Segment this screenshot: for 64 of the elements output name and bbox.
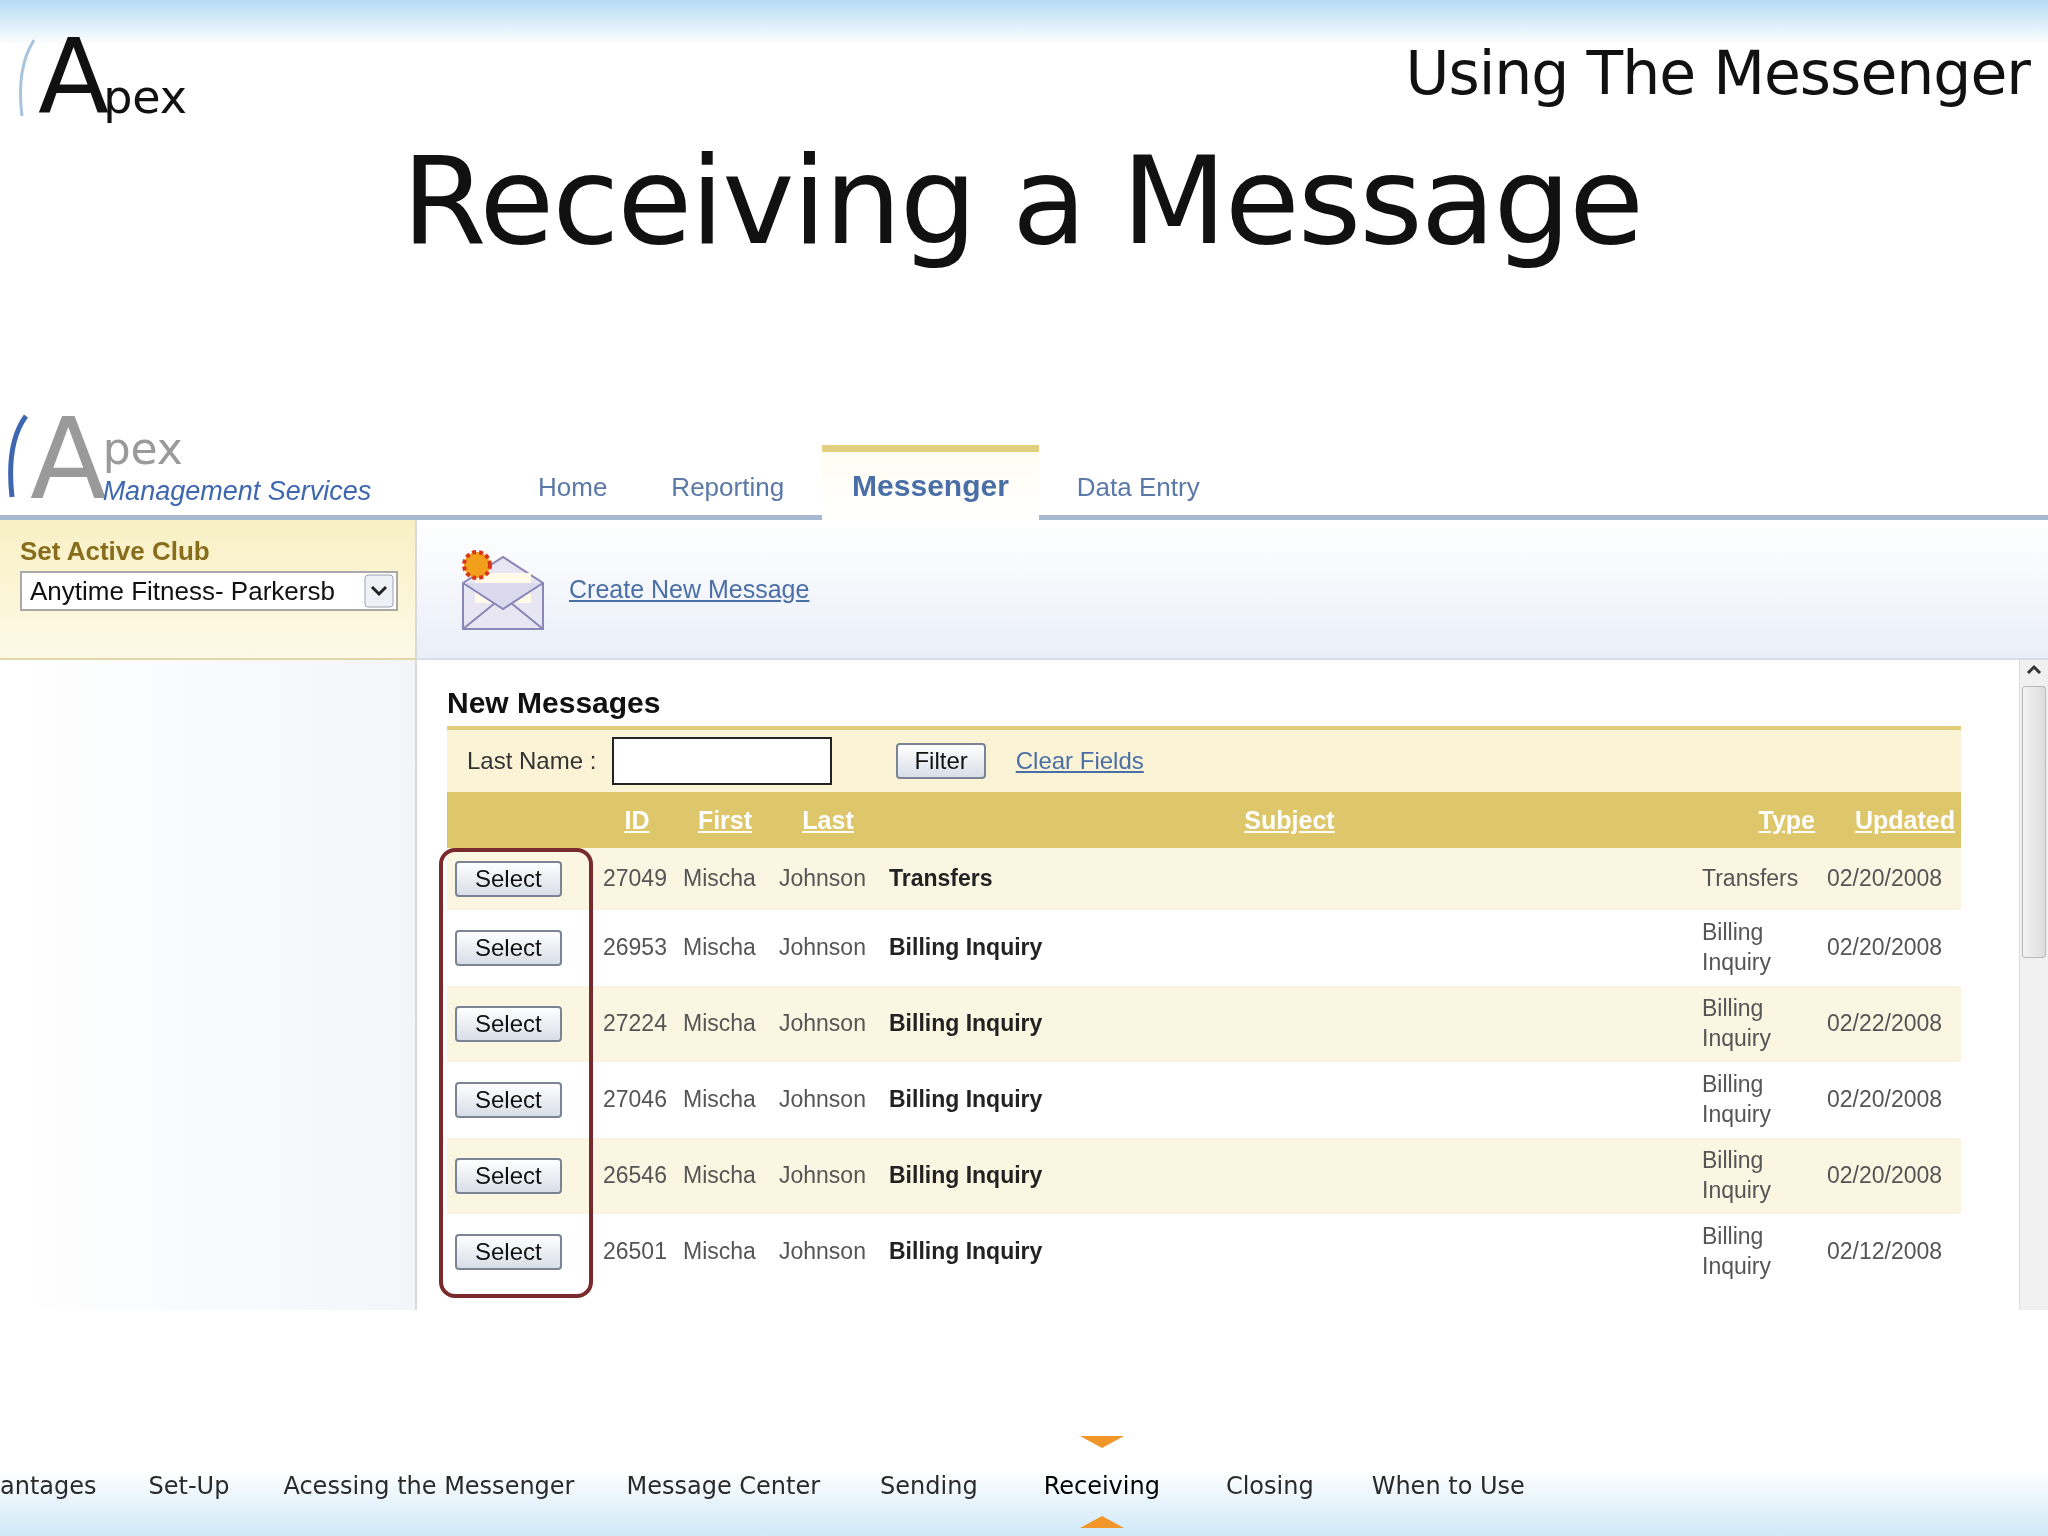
scrollbar-thumb[interactable] <box>2022 686 2046 958</box>
table-cell: 02/20/2008 <box>1821 910 1961 986</box>
table-cell: Transfers <box>883 848 1696 910</box>
table-cell: Johnson <box>773 910 883 986</box>
section-title: New Messages <box>447 686 662 720</box>
scrollbar[interactable] <box>2019 660 2048 1310</box>
table-cell: 02/20/2008 <box>1821 1062 1961 1138</box>
table-cell: 02/20/2008 <box>1821 848 1961 910</box>
table-cell: Billing Inquiry <box>883 1138 1696 1214</box>
table-cell: Mischa <box>677 986 773 1062</box>
slide-title: Receiving a Message <box>400 130 1644 272</box>
dropdown-caret-icon <box>364 574 394 608</box>
table-cell: 27049 <box>597 848 677 910</box>
section-nav-item[interactable]: Acessing the Messenger <box>283 1472 575 1500</box>
section-nav-item[interactable]: Message Center <box>626 1472 821 1500</box>
select-button[interactable]: Select <box>455 1006 562 1042</box>
clear-fields-link[interactable]: Clear Fields <box>1015 747 1144 775</box>
nav-tab[interactable]: Data Entry <box>1050 459 1226 515</box>
table-cell: Mischa <box>677 848 773 910</box>
create-message-link[interactable]: Create New Message <box>569 574 810 604</box>
nav-tab[interactable]: Messenger <box>822 445 1039 520</box>
table-cell: 26546 <box>597 1138 677 1214</box>
last-name-field[interactable] <box>612 737 833 785</box>
select-button[interactable]: Select <box>455 861 562 897</box>
club-select[interactable]: Anytime Fitness- Parkersb <box>20 571 398 611</box>
table-cell: 27224 <box>597 986 677 1062</box>
logo-text: pex <box>102 423 184 474</box>
table-cell: 02/22/2008 <box>1821 986 1961 1062</box>
select-button[interactable]: Select <box>455 1082 562 1118</box>
select-button[interactable]: Select <box>455 1158 562 1194</box>
section-nav-item[interactable]: antages <box>0 1472 97 1500</box>
table-cell: Billing Inquiry <box>1696 1062 1821 1138</box>
chevron-down-icon <box>1079 1436 1124 1448</box>
slide-header: Using The Messenger <box>1405 38 2030 108</box>
club-label: Set Active Club <box>20 536 211 567</box>
table-cell: Johnson <box>773 986 883 1062</box>
table-cell: Johnson <box>773 1062 883 1138</box>
section-nav-item[interactable]: Receiving <box>1043 1472 1160 1500</box>
table-cell: Billing Inquiry <box>1696 910 1821 986</box>
table-cell: Mischa <box>677 1138 773 1214</box>
table-cell: Billing Inquiry <box>883 910 1696 986</box>
section-nav-item[interactable]: When to Use <box>1371 1472 1525 1500</box>
table-cell: 02/20/2008 <box>1821 1138 1961 1214</box>
table-cell: 26953 <box>597 910 677 986</box>
table-cell: Billing Inquiry <box>1696 986 1821 1062</box>
table-cell: Johnson <box>773 1138 883 1214</box>
table-cell: Billing Inquiry <box>883 986 1696 1062</box>
section-nav-item[interactable]: Set-Up <box>148 1472 230 1500</box>
table-cell: Mischa <box>677 910 773 986</box>
section-nav-item[interactable]: Sending <box>880 1472 978 1500</box>
filter-button[interactable]: Filter <box>896 743 986 779</box>
table-cell: Transfers <box>1696 848 1821 910</box>
nav-tab[interactable]: Reporting <box>645 459 811 515</box>
table-cell: Johnson <box>773 848 883 910</box>
table-cell: 27046 <box>597 1062 677 1138</box>
field-label: Last Name : <box>467 747 597 775</box>
select-button[interactable]: Select <box>455 930 562 966</box>
nav-tab[interactable]: Home <box>512 459 634 515</box>
table-cell: Billing Inquiry <box>1696 1138 1821 1214</box>
select-button[interactable]: Select <box>455 1234 562 1270</box>
chevron-up-icon <box>1079 1516 1124 1528</box>
table-cell: Billing Inquiry <box>883 1062 1696 1138</box>
section-nav-item[interactable]: Closing <box>1225 1472 1314 1500</box>
table-cell: Mischa <box>677 1062 773 1138</box>
